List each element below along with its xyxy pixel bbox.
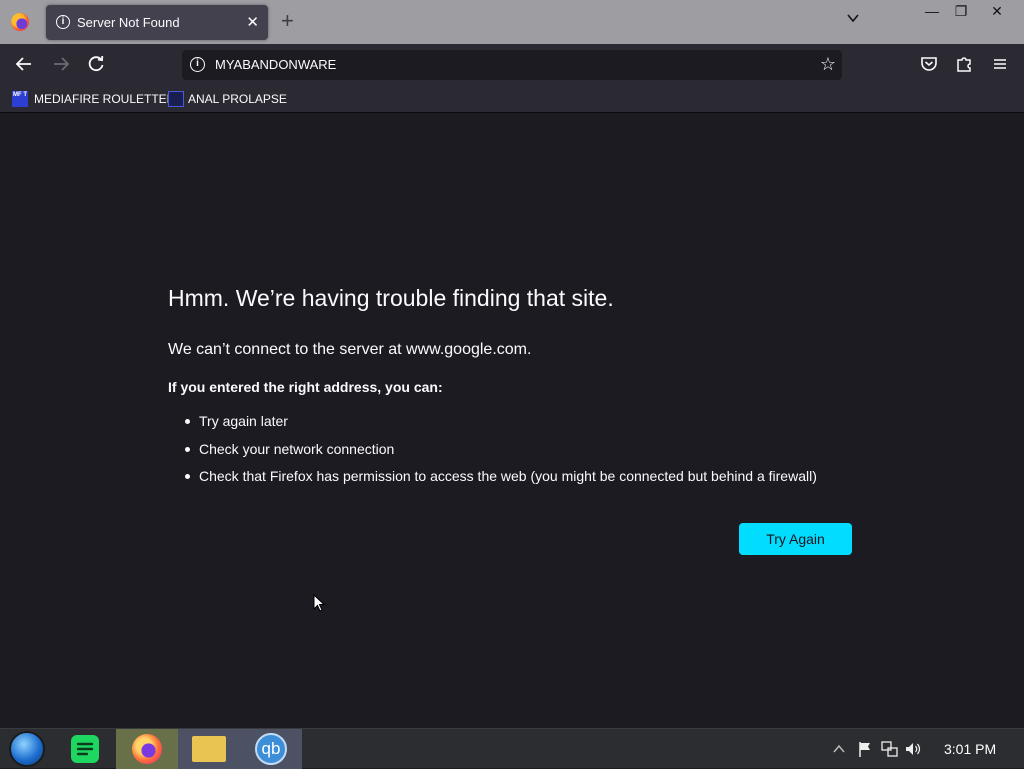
- list-item: Try again later: [185, 413, 817, 441]
- start-orb-icon: [9, 731, 45, 767]
- error-page: Hmm. We’re having trouble finding that s…: [0, 113, 1024, 728]
- suggestion-list: Try again later Check your network conne…: [185, 413, 817, 496]
- taskbar-qbittorrent[interactable]: qb: [240, 729, 302, 769]
- taskbar: qb 3:01 PM: [0, 728, 1024, 769]
- back-arrow-icon[interactable]: [14, 54, 34, 74]
- taskbar-spotify[interactable]: [54, 729, 116, 769]
- spotify-icon: [71, 735, 99, 763]
- list-item: Check that Firefox has permission to acc…: [185, 468, 817, 496]
- bookmark-label: MEDIAFIRE ROULETTER: [34, 92, 176, 106]
- window-close-button[interactable]: ✕: [986, 3, 1008, 19]
- error-short-description: We can’t connect to the server at www.go…: [168, 341, 532, 358]
- restore-button[interactable]: ❐: [950, 3, 972, 19]
- new-tab-button[interactable]: +: [281, 10, 294, 32]
- bookmark-label: ANAL PROLAPSE: [188, 92, 287, 106]
- address-bar[interactable]: i MYABANDONWARE ☆: [182, 50, 842, 80]
- pocket-icon[interactable]: [919, 54, 939, 74]
- tab-server-not-found[interactable]: i Server Not Found ✕: [46, 5, 268, 40]
- chevron-down-icon[interactable]: [846, 11, 860, 25]
- taskbar-clock[interactable]: 3:01 PM: [944, 741, 996, 757]
- forward-arrow-icon[interactable]: [51, 54, 71, 74]
- taskbar-firefox[interactable]: [116, 729, 178, 769]
- url-input[interactable]: MYABANDONWARE: [215, 57, 336, 72]
- firefox-app-icon: [11, 13, 29, 31]
- action-center-flag-icon[interactable]: [857, 740, 873, 758]
- mouse-cursor-icon: [313, 594, 325, 612]
- bookmark-anal-prolapse[interactable]: ANAL PROLAPSE: [168, 90, 287, 108]
- folder-icon: [192, 736, 226, 762]
- close-tab-icon[interactable]: ✕: [246, 13, 259, 31]
- try-again-button[interactable]: Try Again: [739, 523, 852, 555]
- reload-icon[interactable]: [86, 54, 106, 74]
- bookmarks-toolbar: MF T MEDIAFIRE ROULETTER ANAL PROLAPSE: [0, 84, 1024, 113]
- bookmark-star-icon[interactable]: ☆: [820, 55, 836, 73]
- navigation-toolbar: i MYABANDONWARE ☆: [0, 44, 1024, 84]
- menu-hamburger-icon[interactable]: [990, 54, 1010, 74]
- error-sub-heading: If you entered the right address, you ca…: [168, 379, 443, 395]
- qbittorrent-icon: qb: [255, 733, 287, 765]
- volume-icon[interactable]: [905, 740, 922, 758]
- list-item: Check your network connection: [185, 441, 817, 469]
- sigma-favicon-icon: [168, 91, 184, 107]
- network-icon[interactable]: [881, 740, 898, 758]
- error-title: Hmm. We’re having trouble finding that s…: [168, 285, 614, 311]
- firefox-icon: [132, 734, 162, 764]
- site-info-icon[interactable]: i: [190, 57, 205, 72]
- tab-title: Server Not Found: [77, 15, 180, 30]
- minimize-button[interactable]: —: [921, 3, 943, 19]
- mediafire-favicon-icon: MF T: [12, 91, 28, 107]
- title-bar: i Server Not Found ✕ + — ❐ ✕: [0, 0, 1024, 44]
- show-hidden-icons-chevron-icon[interactable]: [832, 740, 846, 758]
- taskbar-file-explorer[interactable]: [178, 729, 240, 769]
- bookmark-mediafire-rouletter[interactable]: MF T MEDIAFIRE ROULETTER: [12, 90, 175, 108]
- start-button[interactable]: [0, 729, 54, 769]
- extensions-puzzle-icon[interactable]: [954, 54, 974, 74]
- info-icon: i: [56, 15, 70, 29]
